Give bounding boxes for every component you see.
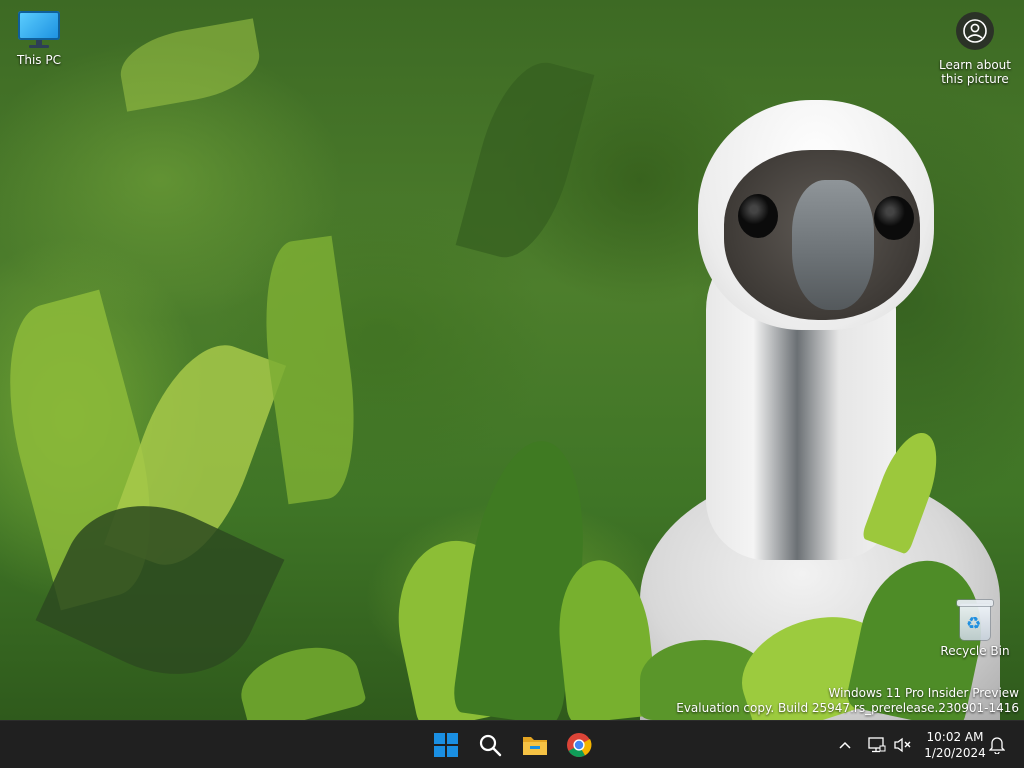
monitor-icon: [18, 11, 60, 49]
folder-icon: [523, 737, 547, 755]
start-button[interactable]: [426, 725, 466, 765]
camera-info-icon: [956, 12, 994, 50]
desktop-icon-label: Recycle Bin: [940, 644, 1010, 658]
desktop-icon-recycle-bin[interactable]: ♻ Recycle Bin: [937, 600, 1013, 658]
search-button[interactable]: [470, 725, 510, 765]
watermark-build: Evaluation copy. Build 25947.rs_prerelea…: [676, 701, 1019, 715]
taskbar: 10:02 AM 1/20/2024: [0, 720, 1024, 768]
foreground-leaf: [232, 635, 368, 720]
bird-beak: [792, 180, 874, 310]
network-status-button[interactable]: [864, 721, 890, 769]
desktop-icon-label: This PC: [17, 53, 61, 67]
tray-overflow-button[interactable]: [832, 721, 858, 769]
wallpaper-leaf: [455, 51, 595, 269]
wallpaper-leaf: [114, 18, 266, 112]
wallpaper-leaf: [252, 235, 368, 505]
network-icon: [868, 737, 886, 753]
chrome-button[interactable]: [559, 725, 599, 765]
learn-about-line2: this picture: [941, 72, 1009, 86]
chrome-icon: [567, 733, 592, 758]
bell-icon: [989, 737, 1005, 754]
desktop-icon-this-pc[interactable]: This PC: [1, 11, 77, 67]
bird-eye-right: [874, 196, 914, 240]
bird-eye-left: [738, 194, 778, 238]
search-icon: [479, 734, 502, 757]
chevron-up-icon: [839, 741, 851, 749]
desktop-wallpaper[interactable]: This PC Learn about this picture ♻ Recyc…: [0, 0, 1024, 720]
learn-about-line1: Learn about: [939, 58, 1011, 72]
clock-time: 10:02 AM: [926, 730, 984, 744]
file-explorer-button[interactable]: [515, 725, 555, 765]
taskbar-clock[interactable]: 10:02 AM 1/20/2024: [918, 729, 992, 761]
clock-date: 1/20/2024: [924, 746, 986, 760]
windows-start-icon: [434, 733, 458, 757]
desktop-icon-learn-about-picture[interactable]: Learn about this picture: [936, 12, 1014, 86]
volume-button[interactable]: [890, 721, 916, 769]
build-watermark: Windows 11 Pro Insider Preview Evaluatio…: [676, 686, 1019, 716]
watermark-edition: Windows 11 Pro Insider Preview: [828, 686, 1019, 700]
notification-center-button[interactable]: [984, 721, 1010, 769]
recycle-bin-icon: ♻: [957, 600, 993, 640]
volume-muted-icon: [894, 737, 911, 753]
